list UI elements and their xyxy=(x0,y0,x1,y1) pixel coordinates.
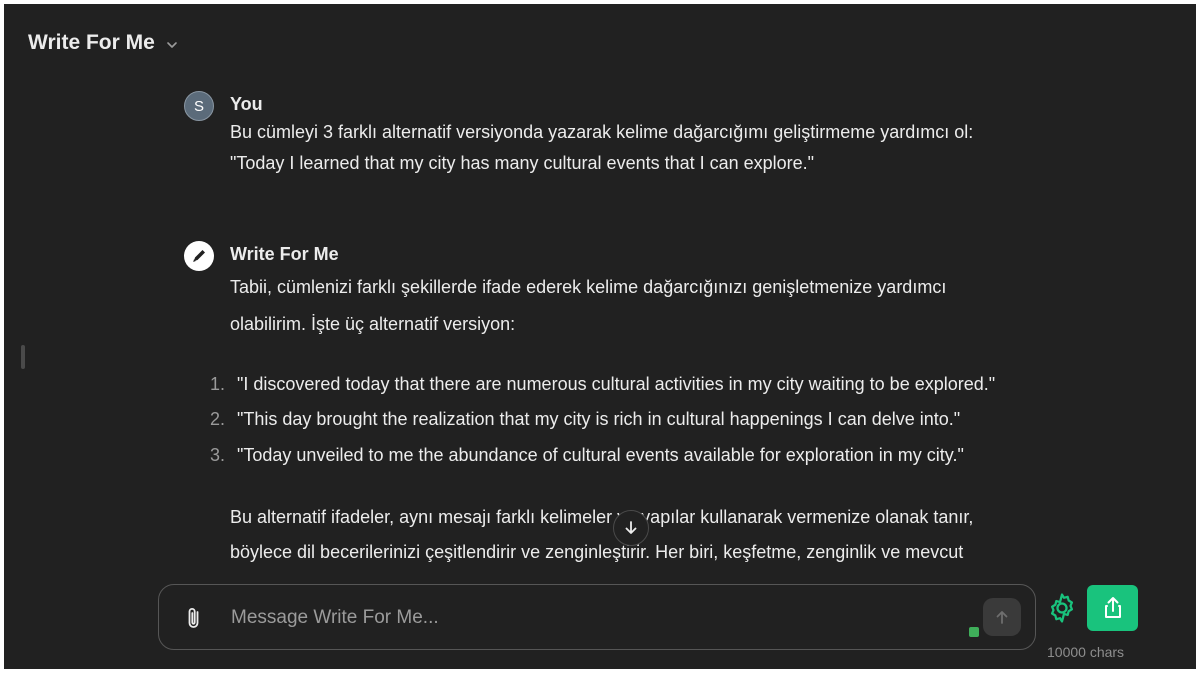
message-input[interactable] xyxy=(229,601,933,635)
arrow-down-icon xyxy=(625,521,637,534)
avatar-letter: S xyxy=(193,97,204,115)
list-text: "I discovered today that there are numer… xyxy=(237,374,996,394)
message-text-line: Tabii, cümlenizi farklı şekillerde ifade… xyxy=(230,277,947,297)
list-number: 2. xyxy=(210,409,226,429)
list-text: "This day brought the realization that m… xyxy=(237,409,961,429)
chevron-down-icon xyxy=(166,41,177,48)
status-indicator xyxy=(969,627,979,637)
assistant-avatar xyxy=(184,241,214,271)
paperclip-icon xyxy=(188,608,199,628)
arrow-up-icon xyxy=(996,611,1008,624)
message-text-line: olabilirim. İşte üç alternatif versiyon: xyxy=(230,314,516,334)
message-author: You xyxy=(230,94,263,114)
message-author: Write For Me xyxy=(230,244,339,264)
message-text-line: "Today I learned that my city has many c… xyxy=(230,153,815,173)
share-icon xyxy=(1104,597,1121,618)
scroll-to-bottom-button[interactable] xyxy=(613,510,649,546)
message-text-line: böylece dil becerilerinizi çeşitlendirir… xyxy=(230,542,964,562)
list-text: "Today unveiled to me the abundance of c… xyxy=(237,445,964,465)
send-button[interactable] xyxy=(983,598,1021,636)
avatar: S xyxy=(184,91,214,121)
list-number: 3. xyxy=(210,445,226,465)
message-text-line: Bu alternatif ifadeler, aynı mesajı fark… xyxy=(230,507,974,527)
pencil-icon xyxy=(193,250,205,262)
message-composer xyxy=(158,584,1036,650)
share-button[interactable] xyxy=(1087,585,1138,631)
settings-button[interactable] xyxy=(1043,589,1081,627)
sidebar-toggle-handle[interactable] xyxy=(21,345,25,369)
character-count: 10000 chars xyxy=(1047,644,1125,660)
list-number: 1. xyxy=(210,374,226,394)
page-title: Write For Me xyxy=(28,31,155,54)
gpt-switcher[interactable]: Write For Me xyxy=(28,31,179,55)
chat-window: Write For Me S You Bu cümleyi 3 farklı a… xyxy=(4,4,1196,669)
message-text-line: Bu cümleyi 3 farklı alternatif versiyond… xyxy=(230,122,974,142)
attach-button[interactable] xyxy=(181,604,207,632)
gear-icon xyxy=(1050,593,1074,623)
